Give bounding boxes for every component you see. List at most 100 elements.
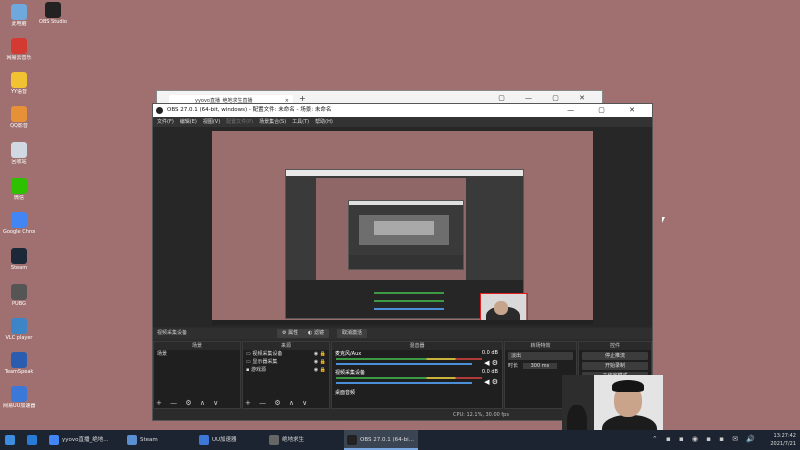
obs-titlebar: OBS 27.0.1 (64-bit, windows) - 配置文件: 未命名… xyxy=(153,104,652,117)
controls-title: 控件 xyxy=(579,342,651,350)
eye-icon[interactable]: ◉ 🔒 xyxy=(314,366,326,374)
taskbar-item-label: OBS 27.0.1 (64-bi... xyxy=(360,437,414,443)
taskbar-item[interactable]: Steam xyxy=(124,430,196,450)
desktop-icon[interactable]: OBS Studio xyxy=(37,2,69,25)
sources-title: 来源 xyxy=(243,342,329,350)
selected-source-name: 视频采集设备 xyxy=(157,330,188,336)
teamspeak-icon xyxy=(11,352,27,368)
transition-select[interactable]: 淡出 xyxy=(508,352,573,360)
taskbar-item-label: UU加速器 xyxy=(212,437,237,443)
mixer-channel: 麦克风/Aux 0.0 dB ◀ ⚙ xyxy=(332,350,502,369)
menu-item[interactable]: 帮助(H) xyxy=(315,119,333,125)
desktop-icon[interactable]: 微信 xyxy=(3,178,35,201)
windows-start-icon xyxy=(5,435,15,445)
taskbar-item[interactable]: UU加速器 xyxy=(196,430,266,450)
desktop-icon-label: TeamSpeak xyxy=(4,369,34,375)
mixer-channel-level: 0.0 dB xyxy=(481,369,498,375)
obs-window[interactable]: OBS 27.0.1 (64-bit, windows) - 配置文件: 未命名… xyxy=(152,103,653,421)
filters-button[interactable]: ◐ 滤镜 xyxy=(303,329,329,338)
recycle-bin-icon xyxy=(11,142,27,158)
chrome-icon xyxy=(11,212,27,228)
eye-icon[interactable]: ◉ 🔒 xyxy=(314,358,326,366)
desktop-icon[interactable]: 回收站 xyxy=(3,142,35,165)
system-clock[interactable]: 13:27:42 2021/7/21 xyxy=(770,432,796,448)
nested-capture-2 xyxy=(348,200,464,270)
mixer-channel-name: 麦克风/Aux xyxy=(335,351,362,357)
desktop-icon-label: Google Chrome xyxy=(3,229,35,235)
start-recording-button[interactable]: 开始录制 xyxy=(582,362,648,370)
taskbar-item[interactable]: 绝地求生 xyxy=(266,430,342,450)
properties-button[interactable]: ⚙ 属性 xyxy=(277,329,304,338)
edge-icon xyxy=(27,435,37,445)
taskbar-item-label: Steam xyxy=(140,437,158,443)
taskbar-item[interactable]: yyovo直播_绝地... xyxy=(46,430,124,450)
menu-item[interactable]: 文件(F) xyxy=(157,119,174,125)
clock-time: 13:27:42 xyxy=(773,433,796,439)
steam-icon xyxy=(127,435,137,445)
taskbar-item[interactable] xyxy=(2,430,18,450)
obs-window-controls[interactable]: — ▢ ✕ xyxy=(567,104,646,117)
scenes-toolbar[interactable]: + — ⚙ ∧ ∨ xyxy=(156,399,221,407)
menu-item[interactable]: 场景集合(S) xyxy=(259,119,286,125)
new-tab-button[interactable]: + xyxy=(299,94,306,103)
sources-toolbar[interactable]: + — ⚙ ∧ ∨ xyxy=(245,399,310,407)
desktop-icon-label: PUBG xyxy=(12,301,26,307)
desktop-icon[interactable]: Steam xyxy=(3,248,35,271)
audio-mixer-dock: 混音器 麦克风/Aux 0.0 dB ◀ ⚙ 视频采集设备 0.0 dB ◀ ⚙… xyxy=(331,341,503,409)
scene-item[interactable]: 场景 xyxy=(154,350,240,358)
tray-icons[interactable]: ⌃ ▪ ▪ ◉ ▪ ▪ ✉ 🔊 xyxy=(652,435,758,443)
desktop-icon-label: 网易UU加速器 xyxy=(3,403,35,409)
source-item[interactable]: ▭ 显示器采集 ◉ 🔒 xyxy=(243,358,329,366)
taskbar: ⌃ ▪ ▪ ◉ ▪ ▪ ✉ 🔊 13:27:42 2021/7/21 yyovo… xyxy=(0,430,800,450)
status-cpu: CPU: 12.1%, 30.00 fps xyxy=(453,412,509,418)
duration-input[interactable]: 300 ms xyxy=(522,363,558,369)
obs-menubar: 文件(F) 编辑(E) 视图(V) 配置文件(P) 场景集合(S) 工具(T) 帮助(H) xyxy=(153,117,652,127)
volume-slider[interactable] xyxy=(336,363,472,365)
source-toolbar: 视频采集设备 ⚙ 属性 ◐ 滤镜 取消激活 xyxy=(153,328,652,339)
desktop-icon[interactable]: 此电脑 xyxy=(3,4,35,27)
source-item[interactable]: ▭ 视频采集设备 ◉ 🔒 xyxy=(243,350,329,358)
mixer-channel-level: 0.0 dB xyxy=(481,350,498,356)
source-item[interactable]: ▪ 游戏源 ◉ 🔒 xyxy=(243,366,329,374)
obs-icon xyxy=(45,2,61,18)
uu-icon xyxy=(11,386,27,402)
stop-streaming-button[interactable]: 停止推流 xyxy=(582,352,648,360)
desktop-icon[interactable]: YY语音 xyxy=(3,72,35,95)
deactivate-button[interactable]: 取消激活 xyxy=(337,329,368,338)
menu-item[interactable]: 编辑(E) xyxy=(180,119,197,125)
preview-canvas[interactable] xyxy=(212,131,593,325)
mixer-channel-name: 桌面音频 xyxy=(335,390,356,396)
desktop-icon-label: 网易云音乐 xyxy=(6,55,32,61)
volume-meter xyxy=(336,377,482,379)
obs-preview[interactable] xyxy=(153,127,652,327)
menu-item[interactable]: 工具(T) xyxy=(292,119,309,125)
scenes-title: 场景 xyxy=(154,342,240,350)
mixer-channel: 桌面音频 xyxy=(332,388,502,400)
browser-window-controls[interactable]: ▢ — ▢ ✕ xyxy=(498,94,594,102)
taskbar-item-label: 绝地求生 xyxy=(282,437,305,443)
desktop-icon[interactable]: VLC player xyxy=(3,318,35,341)
desktop-icon[interactable]: 网易UU加速器 xyxy=(3,386,35,409)
eye-icon[interactable]: ◉ 🔒 xyxy=(314,350,326,358)
desktop-icon[interactable]: QQ影音 xyxy=(3,106,35,129)
speaker-icon[interactable]: ◀ ⚙ xyxy=(484,378,498,386)
desktop-icon[interactable]: 网易云音乐 xyxy=(3,38,35,61)
speaker-icon[interactable]: ◀ ⚙ xyxy=(484,359,498,367)
yy-icon xyxy=(11,72,27,88)
volume-slider[interactable] xyxy=(336,382,472,384)
taskbar-item[interactable]: OBS 27.0.1 (64-bi... xyxy=(344,430,418,450)
desktop-icon[interactable]: PUBG xyxy=(3,284,35,307)
desktop-icon-label: 此电脑 xyxy=(11,21,27,27)
preview-taskbar xyxy=(212,320,593,325)
steam-icon xyxy=(11,248,27,264)
desktop-icon-label: VLC player xyxy=(5,335,33,341)
clock-date: 2021/7/21 xyxy=(770,441,796,447)
desktop-icon[interactable]: Google Chrome xyxy=(3,212,35,235)
desktop-icon[interactable]: TeamSpeak xyxy=(3,352,35,375)
taskbar-item[interactable] xyxy=(24,430,42,450)
duration-row: 时长 300 ms xyxy=(505,362,576,370)
menu-item[interactable]: 配置文件(P) xyxy=(226,119,253,125)
qq-icon xyxy=(11,106,27,122)
mixer-channel: 视频采集设备 0.0 dB ◀ ⚙ xyxy=(332,369,502,388)
menu-item[interactable]: 视图(V) xyxy=(203,119,220,125)
